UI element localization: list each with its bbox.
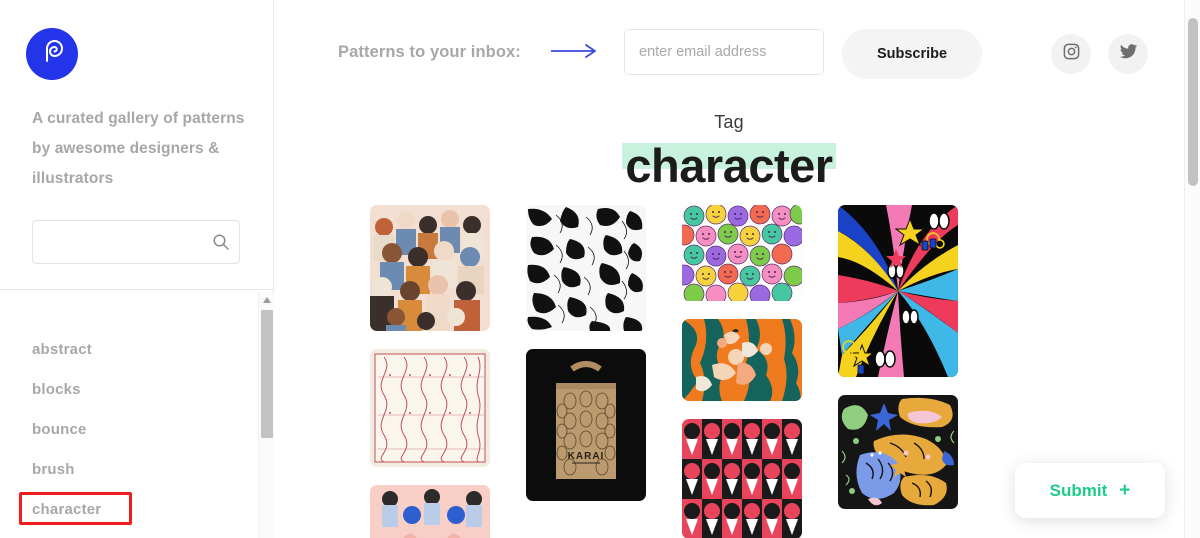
sidebar-tag-brush[interactable]: brush <box>0 450 258 490</box>
gallery-column-2: KARAI <box>526 205 646 519</box>
header: Patterns to your inbox: Subscribe <box>274 0 1184 110</box>
gallery-column-3 <box>682 205 802 538</box>
email-input[interactable] <box>624 29 824 75</box>
page-scrollbar-thumb[interactable] <box>1188 18 1198 186</box>
tag-list: abstract blocks bounce brush character <box>0 292 258 538</box>
page-scrollbar[interactable] <box>1184 0 1200 538</box>
caret-up-icon[interactable] <box>259 292 275 308</box>
gallery-column-1 <box>370 205 490 538</box>
sidebar-scrollbar-thumb[interactable] <box>261 310 273 438</box>
site-tagline: A curated gallery of patterns by awesome… <box>32 110 245 187</box>
subscribe-button[interactable]: Subscribe <box>842 29 982 79</box>
thumb-psychedelic-swirl-pattern[interactable] <box>838 205 958 377</box>
instagram-icon <box>1062 42 1081 66</box>
thumb-crowd-of-people-pattern[interactable] <box>370 205 490 331</box>
page-title-wrap: character <box>274 139 1184 193</box>
search-box[interactable] <box>32 220 240 264</box>
thumb-pink-line-figures-pattern[interactable] <box>370 349 490 467</box>
sidebar: A curated gallery of patterns by awesome… <box>0 0 274 538</box>
thumb-red-black-geometric-pattern[interactable] <box>682 419 802 538</box>
instagram-link[interactable] <box>1051 34 1091 74</box>
plus-icon: + <box>1119 479 1131 501</box>
newsletter-label: Patterns to your inbox: <box>338 43 521 61</box>
thumb-karai-tote-bag-mockup[interactable]: KARAI <box>526 349 646 501</box>
sidebar-divider <box>0 289 274 290</box>
twitter-icon <box>1119 42 1138 66</box>
thumb-pink-blue-figures-pattern[interactable] <box>370 485 490 538</box>
gallery-column-4 <box>838 205 958 527</box>
thumb-colorful-smiley-faces-pattern[interactable] <box>682 205 802 301</box>
submit-label: Submit <box>1049 480 1108 500</box>
site-logo[interactable] <box>26 28 78 80</box>
sidebar-tag-character[interactable]: character <box>0 490 258 530</box>
arrow-right-icon <box>551 42 601 60</box>
search-icon[interactable] <box>211 232 231 252</box>
svg-text:KARAI: KARAI <box>568 451 605 462</box>
tag-eyebrow-label: Tag <box>714 112 744 132</box>
page-title: character <box>622 139 836 193</box>
thumb-black-white-line-art-pattern[interactable] <box>526 205 646 331</box>
twitter-link[interactable] <box>1108 34 1148 74</box>
thumb-folk-art-figures-pattern[interactable] <box>838 395 958 509</box>
submit-button[interactable]: Submit + <box>1015 463 1165 518</box>
thumb-orange-teal-figures-pattern[interactable] <box>682 319 802 401</box>
page-title-text: character <box>625 139 833 192</box>
search-input[interactable] <box>33 221 209 263</box>
sidebar-tag-blocks[interactable]: blocks <box>0 370 258 410</box>
sidebar-scrollbar[interactable] <box>258 292 274 538</box>
sidebar-tag-bounce[interactable]: bounce <box>0 410 258 450</box>
spiral-p-logo-icon <box>38 38 66 71</box>
sidebar-tag-abstract[interactable]: abstract <box>0 330 258 370</box>
